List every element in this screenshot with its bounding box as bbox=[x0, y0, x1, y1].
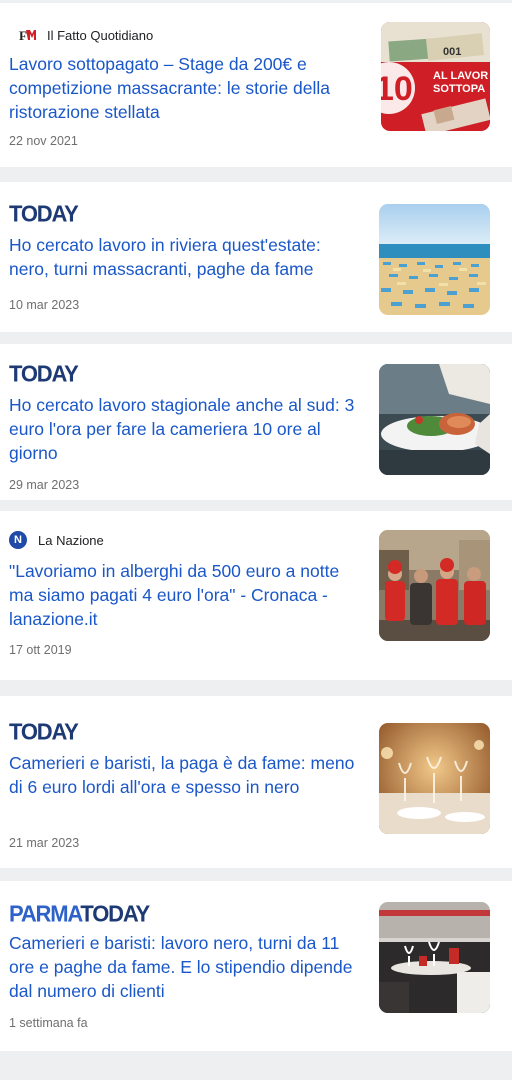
beach-thumbnail-image bbox=[379, 204, 490, 315]
article-title-link[interactable]: Camerieri e baristi, la paga è da fame: … bbox=[9, 751, 365, 799]
source-row: PARMATODAY bbox=[9, 900, 150, 927]
news-card[interactable]: TODAY Camerieri e baristi, la paga è da … bbox=[0, 696, 512, 868]
food-plate-thumbnail-image bbox=[379, 364, 490, 475]
source-name: Il Fatto Quotidiano bbox=[47, 27, 154, 43]
source-row: TODAY bbox=[9, 360, 79, 387]
news-feed: F Il Fatto Quotidiano Lavoro sottopagato… bbox=[0, 0, 512, 1080]
workers-group-thumbnail-image bbox=[379, 530, 490, 641]
news-card[interactable]: TODAY Ho cercato lavoro stagionale anche… bbox=[0, 344, 512, 500]
article-title-link[interactable]: Ho cercato lavoro stagionale anche al su… bbox=[9, 393, 365, 465]
parmatoday-logo-parma: PARMA bbox=[9, 900, 82, 927]
thumbnail-text-2: SOTTOPA bbox=[433, 83, 485, 95]
thumbnail-text-1: AL LAVOR bbox=[433, 70, 488, 82]
source-row: F Il Fatto Quotidiano bbox=[9, 24, 153, 46]
parmatoday-logo: PARMATODAY bbox=[9, 900, 150, 927]
article-thumbnail[interactable] bbox=[379, 723, 490, 834]
article-date: 22 nov 2021 bbox=[9, 134, 78, 148]
news-card[interactable]: TODAY Ho cercato lavoro in riviera quest… bbox=[0, 182, 512, 332]
article-thumbnail[interactable] bbox=[379, 902, 490, 1013]
il-fatto-quotidiano-logo-icon: F bbox=[19, 28, 36, 42]
article-thumbnail[interactable] bbox=[379, 364, 490, 475]
today-logo: TODAY bbox=[9, 718, 79, 745]
svg-text:F: F bbox=[19, 28, 27, 42]
svg-text:10: 10 bbox=[381, 70, 413, 108]
today-logo: TODAY bbox=[9, 200, 79, 227]
source-name: La Nazione bbox=[38, 532, 104, 548]
parmatoday-logo-today: TODAY bbox=[80, 900, 150, 927]
today-logo: TODAY bbox=[9, 360, 79, 387]
waiter-tray-thumbnail-image bbox=[379, 902, 490, 1013]
article-date: 1 settimana fa bbox=[9, 1016, 88, 1030]
article-title-link[interactable]: Camerieri e baristi: lavoro nero, turni … bbox=[9, 931, 365, 1003]
source-row: TODAY bbox=[9, 718, 79, 745]
la-nazione-logo-icon: N bbox=[9, 531, 27, 549]
news-card[interactable]: PARMATODAY Camerieri e baristi: lavoro n… bbox=[0, 881, 512, 1051]
source-row: TODAY bbox=[9, 200, 79, 227]
article-date: 10 mar 2023 bbox=[9, 298, 80, 312]
article-date: 17 ott 2019 bbox=[9, 643, 72, 657]
article-thumbnail[interactable] bbox=[379, 530, 490, 641]
article-title-link[interactable]: Ho cercato lavoro in riviera quest'estat… bbox=[9, 233, 365, 281]
source-row: N La Nazione bbox=[9, 529, 104, 551]
restaurant-table-thumbnail-image bbox=[379, 723, 490, 834]
article-date: 29 mar 2023 bbox=[9, 478, 80, 492]
article-date: 21 mar 2023 bbox=[9, 836, 80, 850]
article-thumbnail[interactable]: 001 10 AL LAVOR SOTTOPA bbox=[381, 22, 490, 131]
news-card[interactable]: F Il Fatto Quotidiano Lavoro sottopagato… bbox=[0, 3, 512, 167]
article-title-link[interactable]: "Lavoriamo in alberghi da 500 euro a not… bbox=[9, 559, 365, 631]
article-title-link[interactable]: Lavoro sottopagato – Stage da 200€ e com… bbox=[9, 52, 365, 124]
article-thumbnail[interactable] bbox=[379, 204, 490, 315]
money-thumbnail-image: 001 10 AL LAVOR SOTTOPA bbox=[381, 22, 490, 131]
news-card[interactable]: N La Nazione "Lavoriamo in alberghi da 5… bbox=[0, 511, 512, 680]
banknote-number: 001 bbox=[443, 46, 461, 58]
